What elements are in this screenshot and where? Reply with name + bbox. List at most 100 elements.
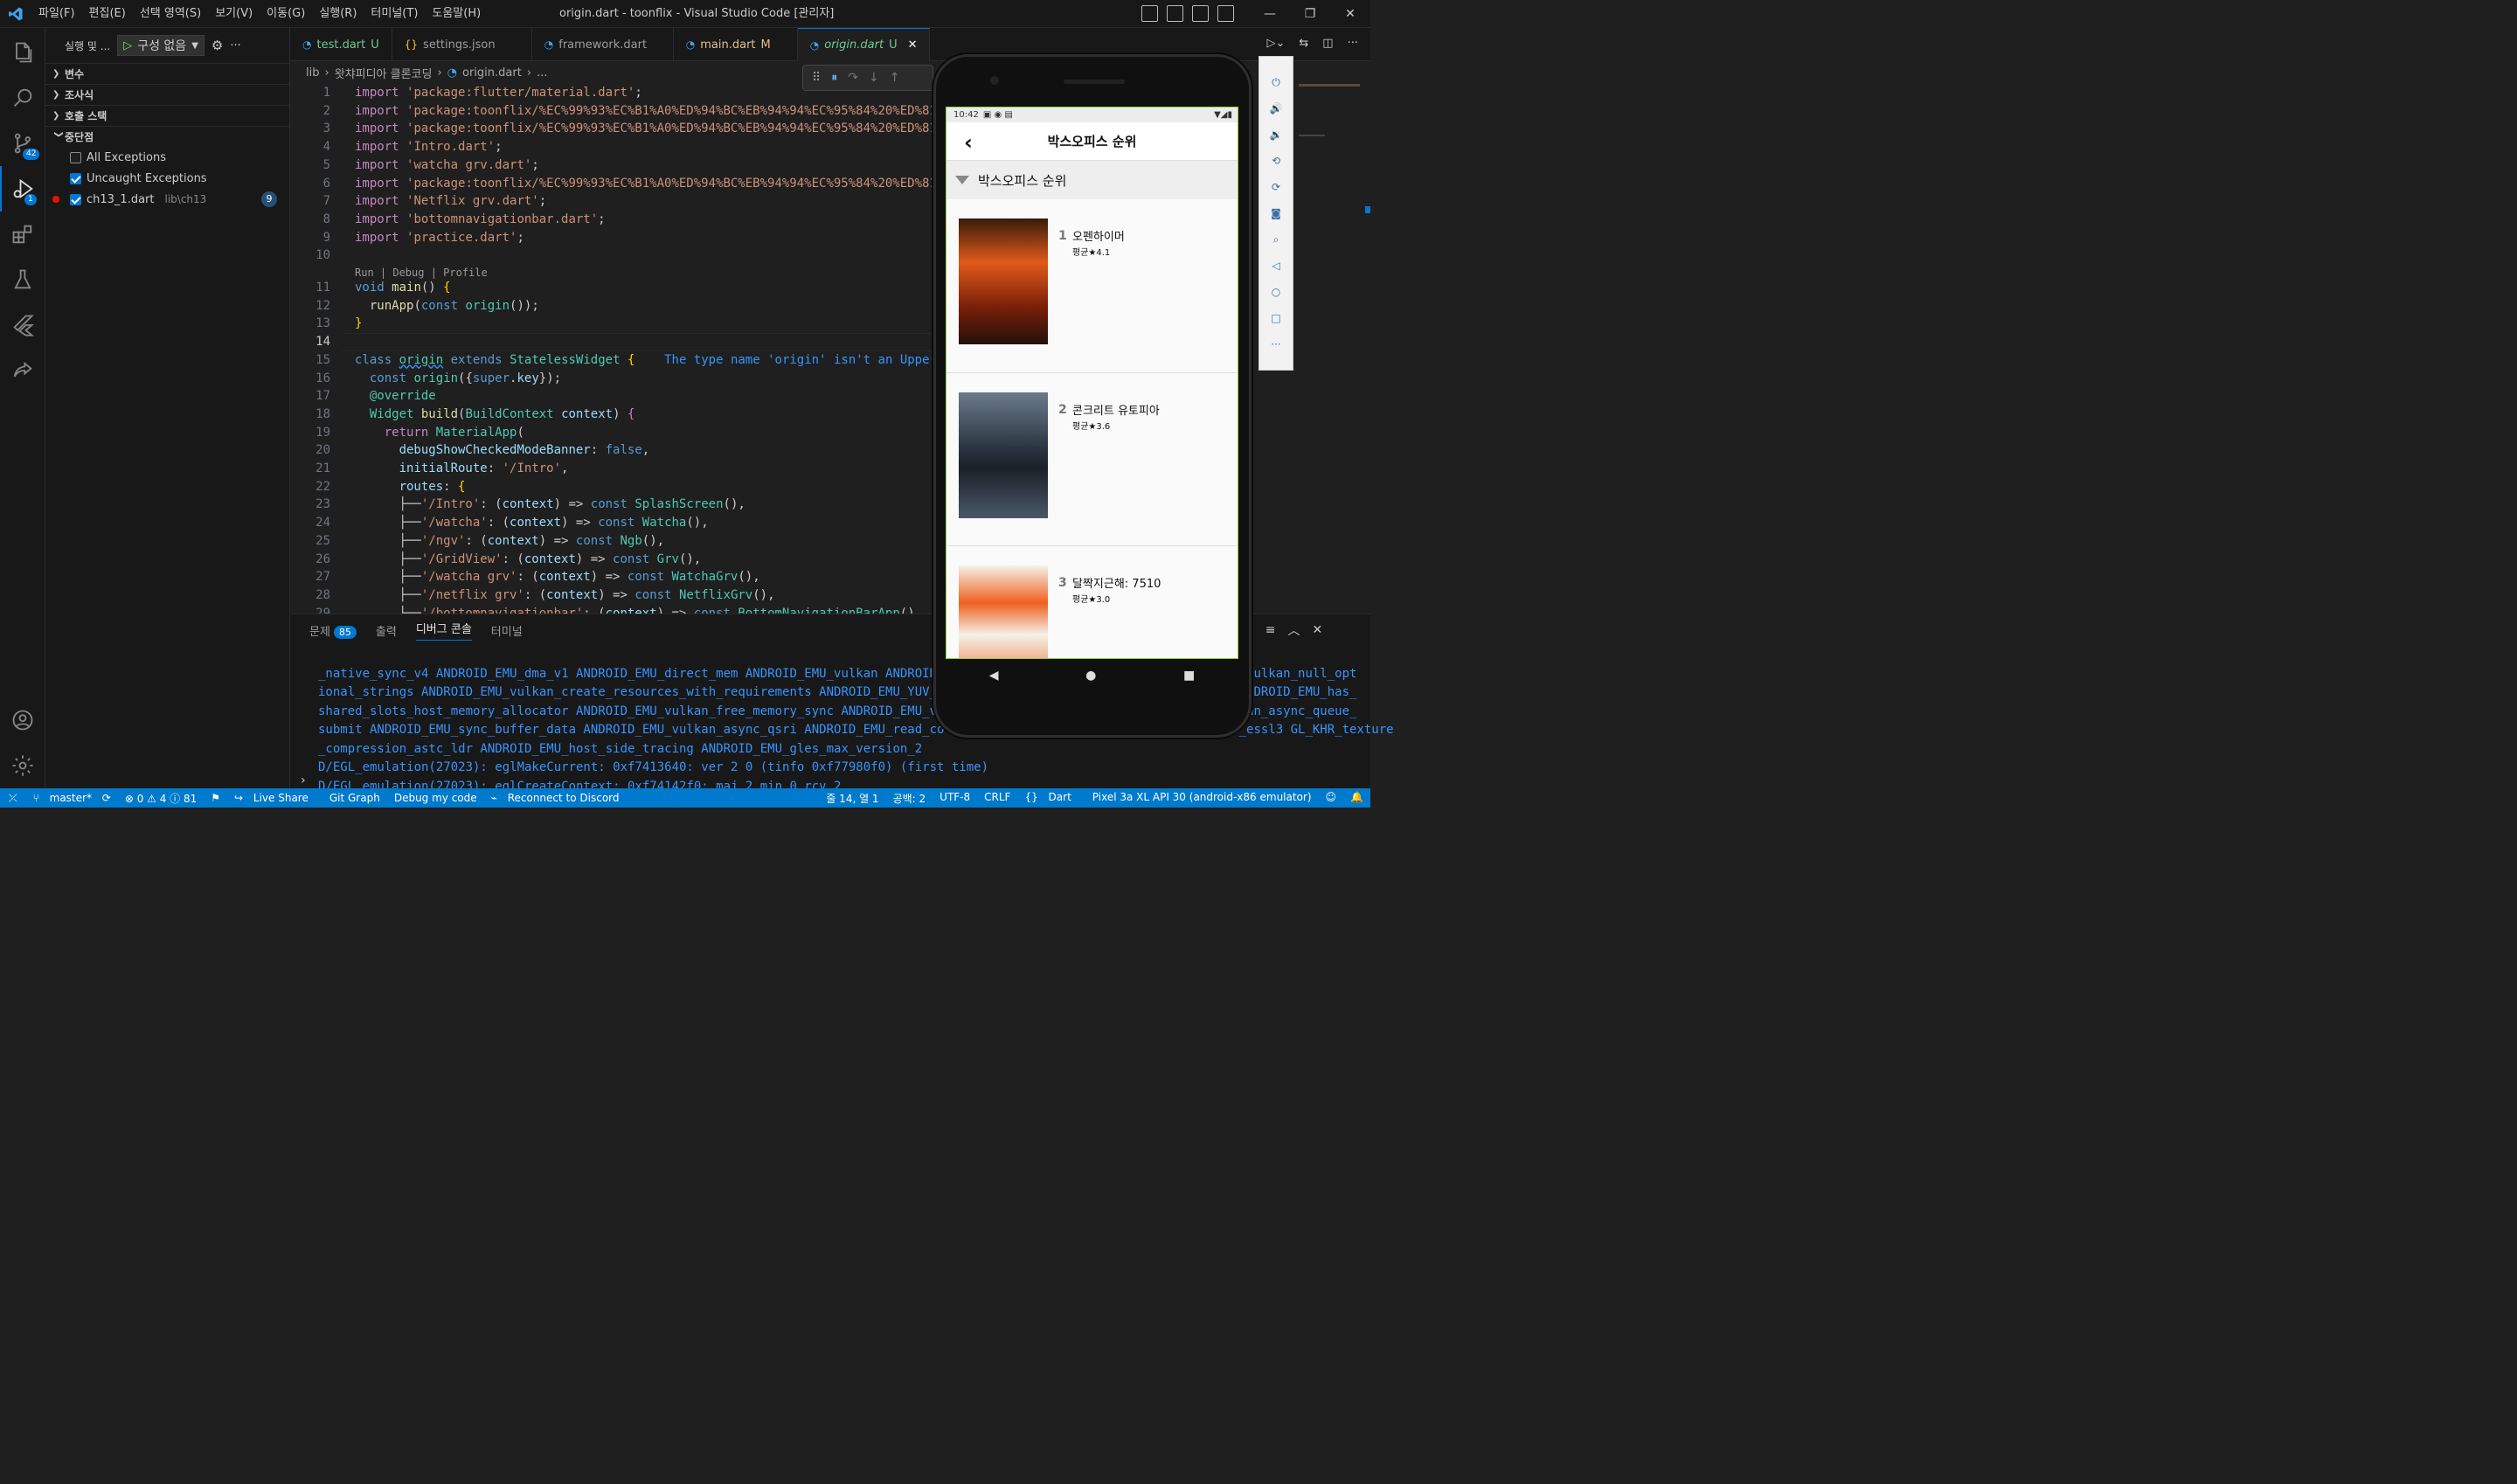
menu-terminal[interactable]: 터미널(T) xyxy=(364,0,425,28)
codelens[interactable]: Run | Debug | Profile xyxy=(355,266,488,280)
rotate-left-icon[interactable]: ⟲ xyxy=(1272,155,1280,169)
back-arrow-icon[interactable]: ‹ xyxy=(964,130,973,155)
debug-my-code-button[interactable]: Debug my code xyxy=(387,792,484,804)
search-icon[interactable] xyxy=(0,75,45,121)
clear-console-icon[interactable]: ≡ xyxy=(1265,623,1276,637)
minimap[interactable] xyxy=(1293,84,1370,614)
tab-main-dart[interactable]: ◔ main.dart M xyxy=(674,28,798,61)
source-control-icon[interactable]: 42 xyxy=(0,121,45,166)
tab-terminal[interactable]: 터미널 xyxy=(491,622,523,639)
extensions-icon[interactable] xyxy=(0,212,45,257)
section-variables[interactable]: ❯ 변수 xyxy=(45,63,289,84)
restore-icon[interactable]: ❐ xyxy=(1290,7,1330,21)
menu-selection[interactable]: 선택 영역(S) xyxy=(133,0,208,28)
checkbox[interactable] xyxy=(70,193,81,205)
breadcrumb-folder[interactable]: lib xyxy=(306,66,319,80)
movie-list-item[interactable]: 2 콘크리트 유토피아 평균★3.6 xyxy=(946,372,1238,546)
notifications-bell-icon[interactable]: 🔔 xyxy=(1343,791,1370,806)
discord-button[interactable]: ⌁ Reconnect to Discord xyxy=(484,792,634,804)
line-ending[interactable]: CRLF xyxy=(977,791,1017,806)
close-window-icon[interactable]: ✕ xyxy=(1330,7,1370,21)
more-actions-icon[interactable]: ··· xyxy=(230,39,240,52)
indentation[interactable]: 공백: 2 xyxy=(886,791,933,806)
close-panel-icon[interactable]: ✕ xyxy=(1312,623,1322,637)
tab-framework-dart[interactable]: ◔ framework.dart xyxy=(532,28,674,61)
step-out-icon[interactable]: ↑ xyxy=(890,71,900,85)
menu-edit[interactable]: 편집(E) xyxy=(82,0,133,28)
code-editor[interactable]: 1 2 3 4 5 6 7 8 9 10 import 'package:flutter/mate… xyxy=(290,84,937,614)
split-editor-icon[interactable]: ◫ xyxy=(1322,37,1333,50)
gear-icon[interactable]: ⚙ xyxy=(211,38,223,53)
home-icon[interactable]: ○ xyxy=(1272,286,1280,300)
overview-icon[interactable]: □ xyxy=(1271,312,1280,326)
live-share-icon[interactable] xyxy=(0,348,45,393)
cursor-position[interactable]: 줄 14, 열 1 xyxy=(819,791,885,806)
breadcrumb-file[interactable]: origin.dart xyxy=(462,66,522,80)
encoding[interactable]: UTF-8 xyxy=(933,791,977,806)
drag-handle-icon[interactable]: ⠿ xyxy=(812,71,821,85)
flutter-icon[interactable] xyxy=(0,302,45,348)
tab-origin-dart[interactable]: ◔ origin.dart U ✕ xyxy=(797,28,931,61)
breakpoint-file[interactable]: ch13_1.dart lib\ch13 9 xyxy=(45,189,289,210)
debug-icon[interactable]: ⚑ xyxy=(204,792,227,804)
nav-home-icon[interactable]: ● xyxy=(1085,669,1096,683)
tab-problems[interactable]: 문제 85 xyxy=(309,622,357,639)
maximize-panel-icon[interactable]: ︿ xyxy=(1287,621,1300,639)
breakpoint-uncaught-exceptions[interactable]: Uncaught Exceptions xyxy=(45,168,289,189)
remote-icon[interactable]: ⤫ xyxy=(0,792,26,805)
run-debug-icon[interactable]: 1 xyxy=(0,166,45,212)
toggle-sidebar-icon[interactable] xyxy=(1141,5,1158,22)
problems-indicator[interactable]: ⊗ 0 ⚠ 4 ⓘ 81 xyxy=(118,791,204,806)
git-graph-button[interactable]: Git Graph xyxy=(322,792,387,804)
more-actions-icon[interactable]: ··· xyxy=(1348,37,1358,50)
expansion-header[interactable]: 박스오피스 순위 xyxy=(946,161,1238,199)
nav-recents-icon[interactable]: ■ xyxy=(1183,669,1195,683)
checkbox[interactable] xyxy=(70,151,81,163)
menu-go[interactable]: 이동(G) xyxy=(260,0,312,28)
tab-settings-json[interactable]: {} settings.json xyxy=(392,28,532,61)
account-icon[interactable] xyxy=(0,697,45,743)
branch-indicator[interactable]: ⑂ master* ⟳ xyxy=(26,792,118,804)
run-dropdown-icon[interactable]: ▷⌄ xyxy=(1267,37,1286,50)
tab-test-dart[interactable]: ◔ test.dart U xyxy=(290,28,392,61)
rotate-right-icon[interactable]: ⟳ xyxy=(1272,181,1280,195)
section-watch[interactable]: ❯ 조사식 xyxy=(45,84,289,105)
console-input-chevron-icon[interactable]: › xyxy=(301,773,306,787)
breadcrumb-folder[interactable]: 왓챠피디아 클론코딩 xyxy=(335,65,433,81)
power-icon[interactable]: ⏻ xyxy=(1272,76,1280,90)
menu-run[interactable]: 실행(R) xyxy=(312,0,364,28)
breadcrumb-symbol[interactable]: ... xyxy=(537,66,547,80)
step-into-icon[interactable]: ↓ xyxy=(869,71,879,85)
screenshot-icon[interactable]: ◙ xyxy=(1271,207,1281,221)
nav-back-icon[interactable]: ◀ xyxy=(989,669,999,683)
section-breakpoints[interactable]: ❯ 중단점 xyxy=(45,126,289,147)
customize-layout-icon[interactable] xyxy=(1217,5,1234,22)
testing-icon[interactable] xyxy=(0,257,45,302)
start-debug-icon[interactable]: ▷ xyxy=(123,39,132,52)
movie-list-item[interactable]: 3 달짝지근해: 7510 평균★3.0 xyxy=(946,546,1238,658)
zoom-icon[interactable]: ⌕ xyxy=(1273,233,1279,247)
settings-gear-icon[interactable] xyxy=(0,743,45,788)
toggle-panel-icon[interactable] xyxy=(1167,5,1183,22)
close-tab-icon[interactable]: ✕ xyxy=(908,38,918,52)
step-over-icon[interactable]: ↷ xyxy=(848,71,858,85)
movie-list-item[interactable]: 1 오펜하이머 평균★4.1 xyxy=(946,199,1238,373)
language-mode[interactable]: {} Dart xyxy=(1017,791,1085,806)
device-selector[interactable]: Pixel 3a XL API 30 (android-x86 emulator… xyxy=(1085,791,1319,806)
feedback-icon[interactable]: ☺ xyxy=(1319,791,1344,806)
breakpoint-all-exceptions[interactable]: All Exceptions xyxy=(45,147,289,168)
checkbox[interactable] xyxy=(70,172,81,184)
volume-down-icon[interactable]: 🔉 xyxy=(1270,128,1283,142)
explorer-icon[interactable] xyxy=(0,30,45,75)
launch-config-select[interactable]: ▷ 구성 없음 ▼ xyxy=(117,35,205,56)
menu-view[interactable]: 보기(V) xyxy=(208,0,260,28)
section-callstack[interactable]: ❯ 호출 스택 xyxy=(45,105,289,126)
minimize-icon[interactable]: — xyxy=(1250,7,1290,21)
live-share-button[interactable]: ↪ Live Share xyxy=(227,792,322,804)
tab-debug-console[interactable]: 디버그 콘솔 xyxy=(415,620,472,641)
menu-help[interactable]: 도움말(H) xyxy=(425,0,488,28)
pause-icon[interactable]: ⏸ xyxy=(831,71,837,85)
menu-file[interactable]: 파일(F) xyxy=(31,0,82,28)
tab-output[interactable]: 출력 xyxy=(376,622,397,639)
toggle-secondary-sidebar-icon[interactable] xyxy=(1192,5,1209,22)
